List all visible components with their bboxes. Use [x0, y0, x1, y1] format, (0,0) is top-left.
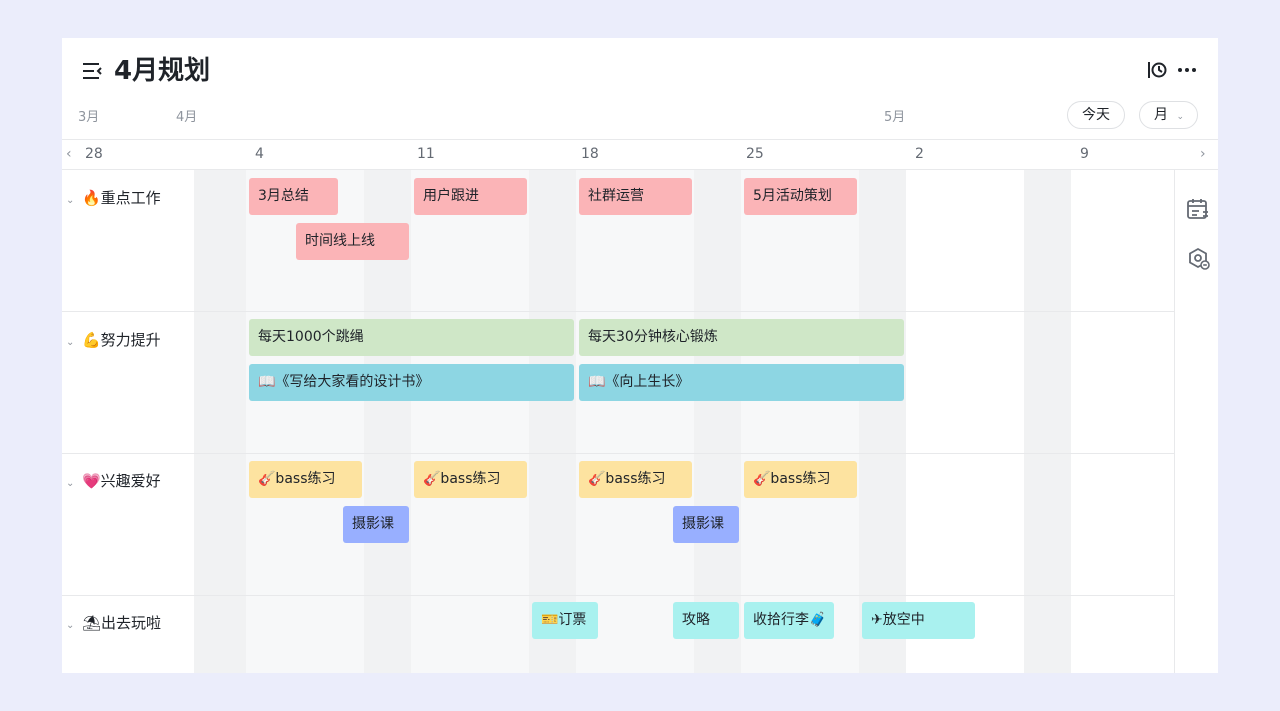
- task-bar[interactable]: 🎫订票: [532, 602, 598, 639]
- side-toolbar: [1174, 170, 1218, 673]
- task-bar[interactable]: 🎸bass练习: [579, 461, 692, 498]
- month-label-march: 3月: [78, 110, 100, 125]
- chevron-down-icon[interactable]: ⌄: [66, 337, 78, 348]
- task-bar[interactable]: 📖《向上生长》: [579, 364, 904, 401]
- task-bar[interactable]: 🎸bass练习: [414, 461, 527, 498]
- page-title: 4月规划: [114, 56, 211, 86]
- chevron-down-icon[interactable]: ⌄: [66, 478, 78, 489]
- task-bar[interactable]: 收拾行李🧳: [744, 602, 834, 639]
- task-bar[interactable]: 3月总结: [249, 178, 338, 215]
- chevron-down-icon[interactable]: ⌄: [66, 620, 78, 631]
- week-band: [576, 170, 694, 673]
- group-label-text: 💪努力提升: [82, 331, 161, 349]
- weekend-band: [1024, 170, 1071, 673]
- date-label: 18: [581, 146, 599, 162]
- group-label-work[interactable]: ⌄ 🔥重点工作: [66, 187, 161, 208]
- chevron-down-icon[interactable]: ⌄: [66, 195, 78, 206]
- weekend-band: [194, 170, 246, 673]
- group-label-text: 💗兴趣爱好: [82, 472, 161, 490]
- month-label-april: 4月: [176, 110, 198, 125]
- group-label-text: 🔥重点工作: [82, 189, 161, 207]
- calendar-list-icon[interactable]: [1185, 196, 1211, 222]
- group-divider: [62, 595, 1174, 596]
- view-select-label: 月: [1154, 107, 1168, 123]
- group-label-improve[interactable]: ⌄ 💪努力提升: [66, 329, 161, 350]
- weekend-band: [859, 170, 906, 673]
- group-label-hobby[interactable]: ⌄ 💗兴趣爱好: [66, 470, 161, 491]
- more-icon[interactable]: [1175, 58, 1199, 82]
- task-bar[interactable]: 摄影课: [343, 506, 409, 543]
- group-label-text: ⛱出去玩啦: [82, 614, 162, 632]
- week-band: [411, 170, 529, 673]
- task-bar[interactable]: 时间线上线: [296, 223, 409, 260]
- group-divider: [62, 311, 1174, 312]
- view-select[interactable]: 月 ⌄: [1139, 101, 1198, 129]
- date-label: 11: [417, 146, 435, 162]
- date-label: 25: [746, 146, 764, 162]
- group-label-travel[interactable]: ⌄ ⛱出去玩啦: [66, 612, 161, 633]
- month-label-may: 5月: [884, 110, 906, 125]
- task-bar[interactable]: ✈放空中: [862, 602, 975, 639]
- today-button[interactable]: 今天: [1067, 101, 1125, 129]
- weekend-band: [529, 170, 576, 673]
- task-bar[interactable]: 🎸bass练习: [249, 461, 362, 498]
- date-label: 28: [85, 146, 103, 162]
- task-bar[interactable]: 🎸bass练习: [744, 461, 857, 498]
- timeline-settings-icon[interactable]: [1145, 58, 1169, 82]
- task-bar[interactable]: 📖《写给大家看的设计书》: [249, 364, 574, 401]
- task-bar[interactable]: 5月活动策划: [744, 178, 857, 215]
- week-band: [741, 170, 859, 673]
- date-label: 4: [255, 146, 264, 162]
- task-bar[interactable]: 用户跟进: [414, 178, 527, 215]
- task-bar[interactable]: 攻略: [673, 602, 739, 639]
- weekend-band: [694, 170, 741, 673]
- menu-collapse-icon[interactable]: [80, 59, 104, 83]
- task-bar[interactable]: 每天30分钟核心锻炼: [579, 319, 904, 356]
- chevron-down-icon: ⌄: [1176, 112, 1184, 122]
- date-label: 9: [1080, 146, 1089, 162]
- task-bar[interactable]: 社群运营: [579, 178, 692, 215]
- task-bar[interactable]: 每天1000个跳绳: [249, 319, 574, 356]
- settings-badge-icon[interactable]: [1185, 246, 1211, 272]
- date-label: 2: [915, 146, 924, 162]
- chevron-right-icon[interactable]: ›: [1200, 146, 1206, 162]
- group-divider: [62, 453, 1174, 454]
- timeline-window: 4月规划 3月 4月 5月 今天 月 ⌄ ‹ 28 4 11 18 25 2 9…: [62, 38, 1218, 673]
- chevron-left-icon[interactable]: ‹: [66, 146, 72, 162]
- date-header-row: ‹ 28 4 11 18 25 2 9 ›: [62, 139, 1218, 170]
- task-bar[interactable]: 摄影课: [673, 506, 739, 543]
